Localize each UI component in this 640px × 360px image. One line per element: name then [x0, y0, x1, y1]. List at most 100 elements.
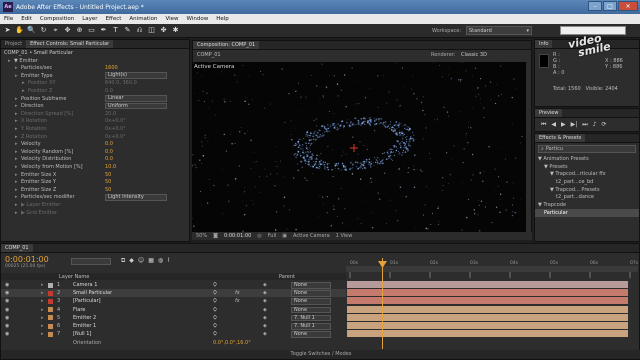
layer-label-color[interactable]: [48, 290, 53, 296]
effect-property-row[interactable]: ▸ Y Rotation 0x+0.0°: [1, 125, 189, 133]
time-ruler[interactable]: 00s 01s 02s 03s 04s 05s 06s 07s: [346, 258, 638, 278]
layer-label-color[interactable]: [48, 315, 53, 321]
effect-property-row[interactable]: ▸ ▶ Grid Emitter: [1, 209, 189, 217]
menu-edit[interactable]: Edit: [17, 16, 36, 22]
draft-3d-icon[interactable]: ◆: [129, 257, 134, 265]
layer-name[interactable]: Emitter 2: [73, 315, 96, 321]
effects-tree-item[interactable]: ▼ Presets: [535, 163, 639, 171]
motion-blur-icon[interactable]: ◍: [158, 257, 163, 265]
timeline-layer-row[interactable]: ◉ ▸ 5 Emitter 2 ⛭ ◈ 7. Null 1: [1, 314, 346, 322]
layer-duration-bar[interactable]: [347, 322, 628, 329]
close-button[interactable]: ✕: [618, 1, 638, 11]
puppet-tool-icon[interactable]: ✱: [171, 26, 180, 35]
expand-arrow-icon[interactable]: ▸: [15, 194, 18, 200]
layer-name[interactable]: Camera 1: [73, 282, 97, 288]
expand-arrow-icon[interactable]: ▸: [15, 164, 18, 170]
effects-tree-item[interactable]: ▼ Trapcod... Presets: [535, 186, 639, 194]
comp-sub-tab[interactable]: COMP_01: [197, 52, 221, 58]
minimize-button[interactable]: –: [588, 1, 602, 11]
effect-property-row[interactable]: ▸ Position XY 640.0, 360.0: [1, 79, 189, 87]
property-dropdown[interactable]: Linear: [105, 95, 167, 102]
effect-property-row[interactable]: ▸ Position Z 0.0: [1, 87, 189, 95]
comp-timecode[interactable]: 0:00:01:00: [224, 233, 251, 239]
property-value[interactable]: 1600: [105, 65, 118, 71]
tab-preview[interactable]: Preview: [535, 109, 563, 117]
effects-search-input[interactable]: ⌕ Particu: [538, 145, 636, 153]
snapshot-icon[interactable]: ◎: [257, 233, 261, 239]
work-area-bar[interactable]: [346, 266, 638, 272]
menu-window[interactable]: Window: [183, 16, 213, 22]
composition-canvas[interactable]: Active Camera: [192, 62, 526, 232]
tab-effect-controls[interactable]: Effect Controls: Small Particular: [26, 40, 114, 48]
layer-name[interactable]: [Particular]: [73, 298, 101, 304]
layer-duration-bar[interactable]: [347, 289, 628, 297]
layer-duration-bar[interactable]: [347, 330, 628, 338]
layer-expand-icon[interactable]: ▸: [41, 315, 44, 321]
shy-switch-icon[interactable]: ⛭: [213, 315, 217, 321]
expand-arrow-icon[interactable]: ▸: [15, 141, 18, 147]
views-count-select[interactable]: 1 View: [336, 233, 353, 239]
shy-switch-icon[interactable]: ⛭: [213, 307, 217, 313]
parent-select[interactable]: None: [291, 331, 331, 338]
visibility-eye-icon[interactable]: ◉: [5, 290, 9, 296]
effect-property-row[interactable]: ▸ Position Subframe Linear: [1, 95, 189, 103]
property-value[interactable]: 50: [105, 187, 111, 193]
effect-property-row[interactable]: ▸ Emitter Size Z 50: [1, 186, 189, 194]
menu-file[interactable]: File: [0, 16, 17, 22]
property-value[interactable]: 50: [105, 172, 111, 178]
property-value[interactable]: 0x+0.0°: [105, 118, 126, 124]
timeline-layer-row[interactable]: ◉ ▸ 7 [Null 1] ⛭ ◈ None: [1, 330, 346, 338]
effect-property-row[interactable]: ▸ Particles/sec modifier Light Intensity: [1, 193, 189, 201]
effects-tree-item[interactable]: t2_part...dance: [535, 193, 639, 201]
expand-arrow-icon[interactable]: ▸: [15, 149, 18, 155]
visibility-eye-icon[interactable]: ◉: [5, 307, 9, 313]
parent-select[interactable]: None: [291, 306, 331, 314]
layer-label-color[interactable]: [48, 298, 53, 304]
3d-layer-icon[interactable]: ◈: [263, 323, 267, 329]
region-icon[interactable]: ▣: [282, 233, 287, 239]
3d-layer-icon[interactable]: ◈: [263, 298, 267, 304]
shy-switch-icon[interactable]: ⛭: [213, 282, 217, 288]
layer-expand-icon[interactable]: ▸: [41, 298, 44, 304]
roto-brush-tool-icon[interactable]: ✤: [159, 26, 168, 35]
first-frame-icon[interactable]: ⏮: [541, 121, 546, 129]
graph-editor-icon[interactable]: ⌇: [167, 257, 170, 265]
layer-expand-icon[interactable]: ▸: [41, 307, 44, 313]
property-value[interactable]: 10.0: [105, 164, 116, 170]
layer-duration-bar[interactable]: [347, 297, 628, 305]
effect-property-row[interactable]: ▸ Emitter Size Y 50: [1, 178, 189, 186]
effect-switch-icon[interactable]: fx: [235, 290, 240, 296]
last-frame-icon[interactable]: ⏭: [582, 121, 587, 129]
effect-property-row[interactable]: ▸ Velocity 0.0: [1, 140, 189, 148]
property-dropdown[interactable]: Uniform: [105, 102, 167, 110]
expand-arrow-icon[interactable]: ▸: [15, 96, 18, 102]
shy-icon[interactable]: ☺: [138, 257, 144, 265]
layer-expand-icon[interactable]: ▸: [41, 323, 44, 329]
layer-duration-bar[interactable]: [347, 281, 628, 288]
layer-name[interactable]: Small Particular: [73, 290, 112, 296]
loop-icon[interactable]: ⟳: [602, 121, 607, 129]
expand-arrow-icon[interactable]: ▸: [15, 210, 18, 216]
next-frame-icon[interactable]: ▶|: [571, 121, 578, 129]
selection-tool-icon[interactable]: ➤: [3, 26, 12, 35]
effects-tree-item[interactable]: t2_part...ce_bd: [535, 178, 639, 186]
parent-select[interactable]: None: [291, 290, 331, 297]
menu-animation[interactable]: Animation: [125, 16, 161, 22]
property-value[interactable]: 0.0: [105, 156, 113, 162]
visibility-eye-icon[interactable]: ◉: [5, 282, 9, 288]
layer-expand-icon[interactable]: ▸: [41, 290, 44, 296]
effects-tree-item[interactable]: ▼ Trapcode: [535, 201, 639, 209]
parent-select[interactable]: None: [291, 298, 331, 305]
visibility-eye-icon[interactable]: ◉: [5, 298, 9, 304]
3d-layer-icon[interactable]: ◈: [263, 315, 267, 321]
expand-arrow-icon[interactable]: ▸: [15, 118, 18, 124]
effect-property-row[interactable]: ▸ Direction Uniform: [1, 102, 189, 110]
property-value[interactable]: 0.0: [105, 141, 113, 147]
menu-layer[interactable]: Layer: [78, 16, 101, 22]
property-dropdown[interactable]: Light Intensity: [105, 194, 167, 201]
property-value[interactable]: 0.0: [105, 88, 113, 94]
property-value[interactable]: 50: [105, 179, 111, 185]
audio-icon[interactable]: ♪: [593, 121, 597, 129]
play-icon[interactable]: ▶: [561, 121, 566, 129]
brush-tool-icon[interactable]: ✎: [123, 26, 132, 35]
